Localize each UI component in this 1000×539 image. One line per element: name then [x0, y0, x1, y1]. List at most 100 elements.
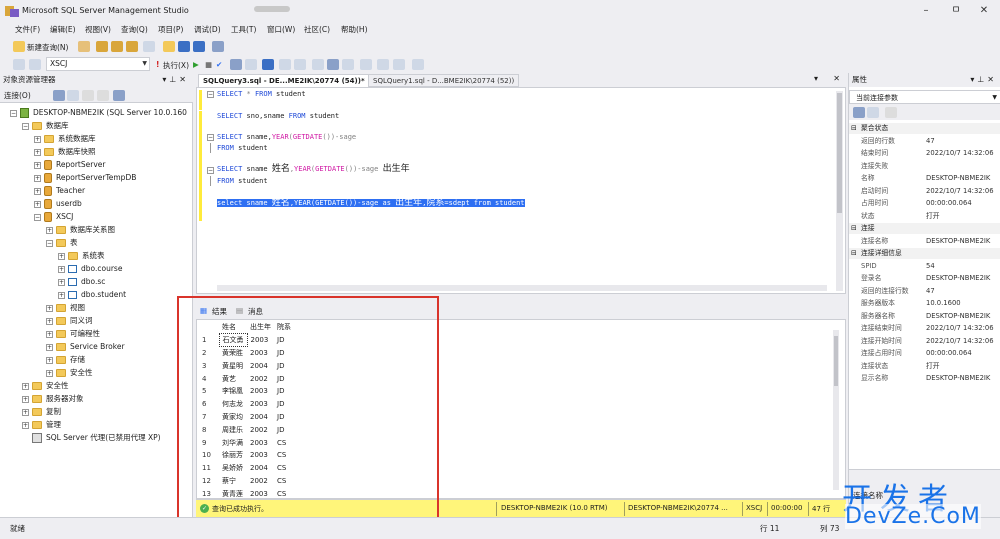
expand-icon[interactable]: + — [34, 174, 41, 182]
decrease-indent-icon[interactable] — [377, 59, 389, 70]
property-row[interactable]: 返回的行数 47 — [849, 136, 1000, 147]
tree-node[interactable]: + 系统表 — [58, 249, 105, 262]
collapse-icon[interactable]: ⊟ — [851, 123, 857, 134]
save-icon[interactable] — [178, 41, 190, 52]
tree-node[interactable]: + dbo.course — [58, 262, 122, 275]
expand-icon[interactable]: + — [46, 330, 53, 338]
tree-node[interactable]: − DESKTOP-NBME2IK (SQL Server 10.0.160 — [10, 106, 187, 119]
menu-edit[interactable]: 编辑(E) — [50, 24, 76, 35]
results-to-grid-icon[interactable] — [312, 59, 324, 70]
property-row[interactable]: 连接状态 打开 — [849, 361, 1000, 372]
fold-toggle-icon[interactable]: − — [207, 91, 214, 98]
tree-node[interactable]: + userdb — [34, 197, 82, 210]
property-row[interactable]: 服务器版本 10.0.1600 — [849, 298, 1000, 309]
tab-sqlquery1[interactable]: SQLQuery1.sql - D...BME2IK\20774 (52)) — [368, 74, 520, 87]
expand-icon[interactable]: + — [58, 291, 65, 299]
tree-node[interactable]: + dbo.student — [58, 288, 126, 301]
close-icon[interactable]: ✕ — [987, 75, 997, 84]
tree-node[interactable]: + Service Broker — [46, 340, 125, 353]
property-row[interactable]: 登录名 DESKTOP-NBME2IK — [849, 273, 1000, 284]
include-plan-icon[interactable] — [262, 59, 274, 70]
close-tab-icon[interactable]: ✕ — [833, 74, 840, 83]
parse-icon[interactable]: ✔ — [216, 60, 222, 69]
expand-icon[interactable]: + — [22, 382, 29, 390]
change-connection-icon[interactable] — [29, 59, 41, 70]
close-icon[interactable]: ✕ — [179, 75, 189, 84]
property-category[interactable]: ⊟ 聚合状态 — [849, 123, 1000, 134]
expand-icon[interactable]: + — [22, 408, 29, 416]
expand-icon[interactable]: + — [34, 148, 41, 156]
expand-icon[interactable]: + — [58, 252, 65, 260]
close-window-button[interactable]: ✕ — [972, 4, 996, 18]
property-row[interactable]: 连接占用时间 00:00:00.064 — [849, 348, 1000, 359]
tree-node[interactable]: + 数据库快照 — [34, 145, 96, 158]
query-designer-icon[interactable] — [245, 59, 257, 70]
tree-node[interactable]: + 数据库关系图 — [46, 223, 115, 236]
expand-icon[interactable]: + — [22, 421, 29, 429]
database-engine-query-icon[interactable] — [96, 41, 108, 52]
property-category[interactable]: ⊟ 连接详细信息 — [849, 248, 1000, 259]
activity-monitor-icon[interactable] — [212, 41, 224, 52]
restore-button[interactable]: ㅁ — [944, 4, 968, 18]
tree-node[interactable]: + Teacher — [34, 184, 85, 197]
property-row[interactable]: 连接开始时间 2022/10/7 14:32:06 — [849, 336, 1000, 347]
scrollbar-thumb[interactable] — [837, 93, 842, 213]
property-row[interactable]: 启动时间 2022/10/7 14:32:06 — [849, 186, 1000, 197]
menu-query[interactable]: 查询(Q) — [121, 24, 148, 35]
quick-launch-bar[interactable] — [254, 6, 290, 12]
menu-debug[interactable]: 调试(D) — [194, 24, 221, 35]
expand-icon[interactable]: + — [34, 200, 41, 208]
new-query-button[interactable]: 新建查询(N) — [27, 42, 68, 53]
fold-toggle-icon[interactable]: − — [207, 167, 214, 174]
filter-icon[interactable] — [97, 90, 109, 101]
tree-node[interactable]: + 同义词 — [46, 314, 93, 327]
connect-dropdown-button[interactable]: 连接(O) — [4, 90, 31, 101]
property-row[interactable]: 连接名称 DESKTOP-NBME2IK — [849, 236, 1000, 247]
menu-project[interactable]: 项目(P) — [158, 24, 183, 35]
expand-icon[interactable]: + — [34, 135, 41, 143]
alphabetical-icon[interactable] — [867, 107, 879, 118]
menu-community[interactable]: 社区(C) — [304, 24, 330, 35]
expand-icon[interactable]: + — [46, 343, 53, 351]
specify-values-icon[interactable] — [412, 59, 424, 70]
collapse-icon[interactable]: − — [10, 109, 17, 117]
pin-icon[interactable]: ⊥ — [977, 75, 987, 84]
property-row[interactable]: SPID 54 — [849, 261, 1000, 272]
categorized-icon[interactable] — [853, 107, 865, 118]
property-row[interactable]: 名称 DESKTOP-NBME2IK — [849, 173, 1000, 184]
property-row[interactable]: 显示名称 DESKTOP-NBME2IK — [849, 373, 1000, 384]
property-row[interactable]: 服务器名称 DESKTOP-NBME2IK — [849, 311, 1000, 322]
tree-node[interactable]: + 安全性 — [22, 379, 69, 392]
disconnect-icon[interactable] — [67, 90, 79, 101]
expand-icon[interactable]: + — [46, 304, 53, 312]
expand-icon[interactable]: + — [46, 226, 53, 234]
copy-icon[interactable] — [143, 41, 155, 52]
tree-node[interactable]: + 服务器对象 — [22, 392, 84, 405]
property-row[interactable]: 占用时间 00:00:00.064 — [849, 198, 1000, 209]
tree-node[interactable]: + 可编程性 — [46, 327, 100, 340]
connect-icon[interactable] — [53, 90, 65, 101]
dropdown-icon[interactable]: ▾ — [814, 74, 818, 83]
editor-horizontal-scrollbar[interactable] — [217, 285, 827, 291]
tree-node[interactable]: + dbo.sc — [58, 275, 105, 288]
menu-window[interactable]: 窗口(W) — [267, 24, 295, 35]
expand-icon[interactable]: + — [34, 161, 41, 169]
tree-node[interactable]: − 表 — [46, 236, 78, 249]
open-folder-icon[interactable] — [163, 41, 175, 52]
expand-icon[interactable]: + — [22, 395, 29, 403]
minimize-button[interactable]: – — [914, 4, 938, 18]
property-row[interactable]: 状态 打开 — [849, 211, 1000, 222]
tree-node[interactable]: + ReportServer — [34, 158, 105, 171]
open-file-icon[interactable] — [78, 41, 90, 52]
property-pages-icon[interactable] — [885, 107, 897, 118]
tree-node[interactable]: + 存储 — [46, 353, 85, 366]
tree-node[interactable]: + 系统数据库 — [34, 132, 96, 145]
estimated-plan-icon[interactable] — [230, 59, 242, 70]
uncomment-icon[interactable] — [360, 59, 372, 70]
tree-node[interactable]: + 安全性 — [46, 366, 93, 379]
collapse-icon[interactable]: − — [22, 122, 29, 130]
expand-icon[interactable]: + — [34, 187, 41, 195]
tab-sqlquery3[interactable]: SQLQuery3.sql - DE...ME2IK\20774 (54))* — [198, 74, 370, 87]
expand-icon[interactable]: + — [58, 265, 65, 273]
pin-icon[interactable]: ⊥ — [169, 75, 179, 84]
